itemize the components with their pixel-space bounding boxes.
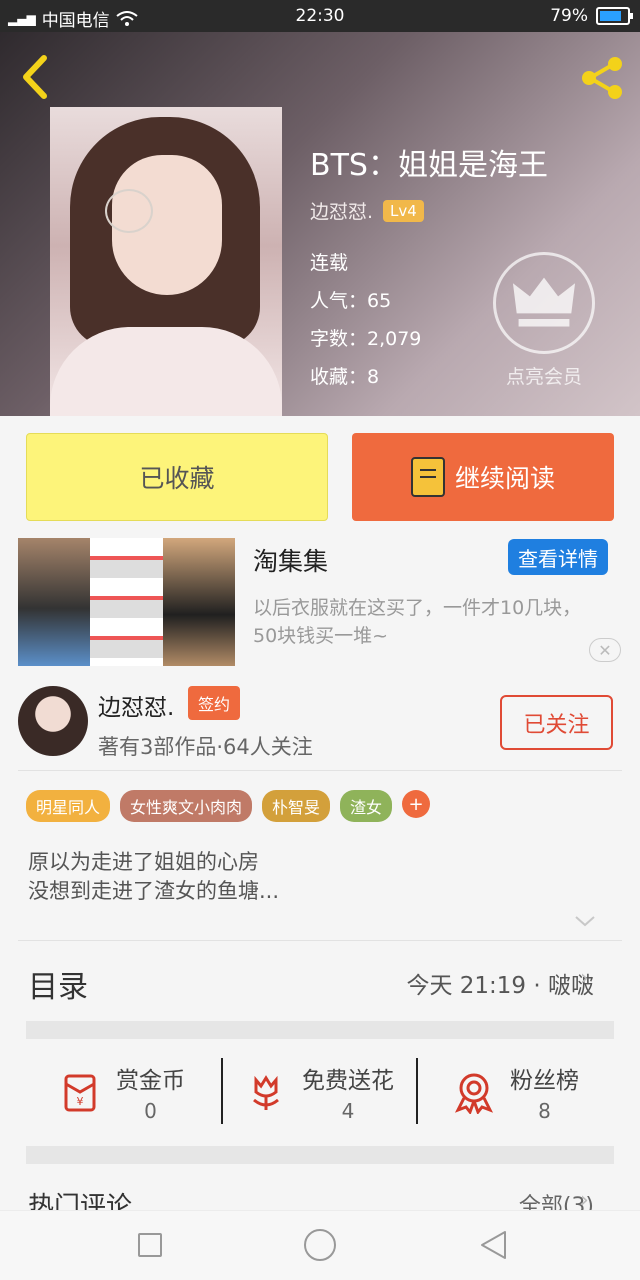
reward-coins[interactable]: ¥ 赏金币 0 [58, 1058, 185, 1126]
ad-image-panel [163, 538, 235, 666]
chevron-right-icon[interactable]: › [580, 966, 589, 991]
signed-badge: 签约 [188, 686, 241, 720]
book-author-line: 边怼怼. Lv4 [310, 197, 424, 224]
book-author[interactable]: 边怼怼. [310, 197, 373, 224]
favorite-count: 收藏：8 [310, 366, 380, 388]
avatar[interactable] [18, 686, 88, 756]
serial-status: 连载 [310, 252, 349, 274]
stat-divider [416, 1058, 418, 1124]
ad-close-icon[interactable]: ✕ [589, 638, 621, 662]
battery-icon [596, 7, 633, 25]
system-nav-bar [0, 1210, 640, 1280]
home-icon[interactable] [304, 1229, 336, 1261]
fan-ranking-text: 粉丝榜 8 [510, 1061, 579, 1123]
battery-fill [600, 11, 621, 21]
book-icon [410, 457, 445, 497]
divider [18, 770, 622, 771]
book-meta: 连载 人气：65 字数：2,079 收藏：8 [310, 244, 421, 396]
section-separator [26, 1021, 614, 1039]
share-icon[interactable] [578, 54, 626, 102]
cover-shoulders [50, 327, 282, 416]
stat-value: 8 [538, 1099, 551, 1123]
stat-value: 0 [144, 1099, 157, 1123]
battery-percent: 79% [550, 6, 588, 26]
stat-value: 4 [341, 1099, 355, 1123]
author-stats: 著有3部作品·64人关注 [98, 735, 313, 759]
ad-image-panel [18, 538, 90, 666]
add-tag-button[interactable]: + [402, 790, 431, 818]
stat-label: 赏金币 [116, 1068, 185, 1094]
book-title: BTS：姐姐是海王 [310, 148, 548, 183]
tag[interactable]: 女性爽文小肉肉 [120, 790, 253, 822]
free-flowers[interactable]: 免费送花 4 [244, 1058, 394, 1126]
ad-description[interactable]: 以后衣服就在这买了，一件才10几块，50块钱买一堆~ [253, 594, 603, 650]
nav-back-icon[interactable] [478, 1229, 508, 1261]
flower-icon [253, 1075, 279, 1110]
stat-label: 免费送花 [302, 1068, 394, 1094]
fan-ranking[interactable]: 粉丝榜 8 [452, 1058, 579, 1126]
catalog-title[interactable]: 目录 [28, 962, 88, 1006]
catalog-latest-update[interactable]: 今天 21:19 · 啵啵 [406, 966, 594, 1000]
status-right: 79% [550, 6, 633, 26]
tag[interactable]: 朴智旻 [262, 790, 331, 822]
synopsis-line: 原以为走进了姐姐的心房 [28, 850, 259, 874]
word-count: 字数：2,079 [310, 328, 422, 350]
continue-reading-button[interactable]: 继续阅读 [352, 433, 614, 521]
status-time: 22:30 [295, 6, 345, 26]
follow-button[interactable]: 已关注 [500, 695, 613, 750]
ad-image[interactable] [18, 538, 235, 666]
synopsis-line: 没想到走进了渣女的鱼塘... [28, 879, 280, 903]
back-icon[interactable] [18, 54, 54, 100]
reward-coins-text: 赏金币 0 [116, 1061, 185, 1123]
divider [18, 940, 622, 941]
recent-apps-icon[interactable] [138, 1233, 162, 1257]
stat-label: 粉丝榜 [510, 1068, 579, 1094]
synopsis[interactable]: 原以为走进了姐姐的心房 没想到走进了渣女的鱼塘... [28, 848, 279, 906]
favorited-button[interactable]: 已收藏 [26, 433, 328, 521]
popularity: 人气：65 [310, 290, 392, 312]
continue-reading-label: 继续阅读 [454, 464, 555, 493]
medal-icon [454, 1073, 494, 1114]
red-envelope-icon: ¥ [64, 1074, 96, 1112]
chevron-down-icon[interactable] [574, 910, 596, 932]
vip-crown-icon[interactable] [493, 252, 595, 354]
cover-glasses [105, 189, 153, 233]
tag[interactable]: 明星同人 [26, 790, 111, 822]
status-bar: ▂▄▆ 中国电信 22:30 79% [0, 0, 640, 32]
svg-text:¥: ¥ [77, 1095, 84, 1108]
book-header: BTS：姐姐是海王 边怼怼. Lv4 连载 人气：65 字数：2,079 收藏：… [0, 32, 640, 416]
ad-image-panel [90, 538, 163, 666]
level-badge: Lv4 [383, 199, 424, 222]
ad-detail-button[interactable]: 查看详情 [508, 539, 608, 575]
ad-title[interactable]: 淘集集 [253, 542, 328, 578]
author-name[interactable]: 边怼怼. [98, 688, 174, 722]
free-flowers-text: 免费送花 4 [302, 1061, 394, 1123]
stat-divider [221, 1058, 223, 1124]
tag-list: 明星同人 女性爽文小肉肉 朴智旻 渣女 + [26, 790, 431, 822]
vip-label[interactable]: 点亮会员 [488, 362, 600, 389]
book-cover [50, 107, 282, 416]
section-separator [26, 1146, 614, 1164]
tag[interactable]: 渣女 [340, 790, 393, 822]
